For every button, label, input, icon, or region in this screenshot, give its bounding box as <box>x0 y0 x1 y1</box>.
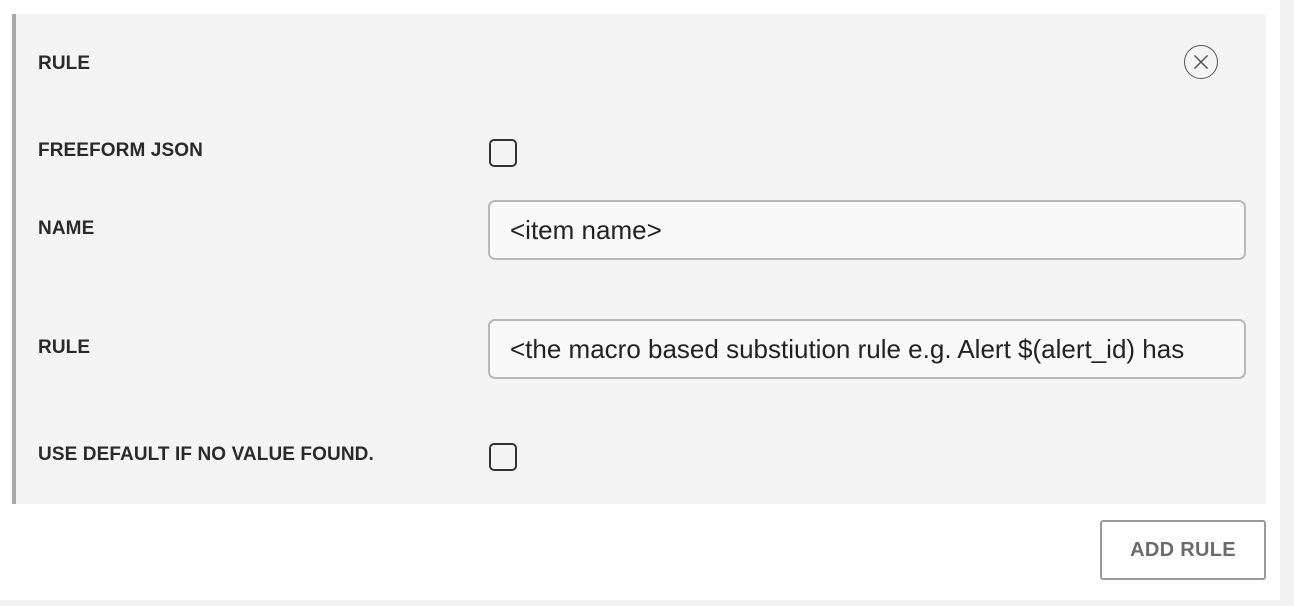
close-circle-icon <box>1194 55 1208 69</box>
freeform-json-label: FREEFORM JSON <box>38 140 203 161</box>
add-rule-button[interactable]: ADD RULE <box>1100 520 1266 580</box>
page-sheet: RULE FREEFORM JSON NAME RULE USE DEFAULT… <box>0 0 1280 600</box>
rule-label: RULE <box>38 337 91 358</box>
use-default-label: USE DEFAULT IF NO VALUE FOUND. <box>38 444 374 465</box>
rule-panel: RULE FREEFORM JSON NAME RULE USE DEFAULT… <box>12 14 1266 504</box>
name-input[interactable] <box>488 200 1246 260</box>
name-label: NAME <box>38 218 95 239</box>
freeform-json-checkbox[interactable] <box>489 139 517 167</box>
remove-rule-button[interactable] <box>1184 45 1218 79</box>
rule-panel-title: RULE <box>38 53 91 74</box>
use-default-checkbox[interactable] <box>489 443 517 471</box>
rule-input[interactable] <box>488 319 1246 379</box>
